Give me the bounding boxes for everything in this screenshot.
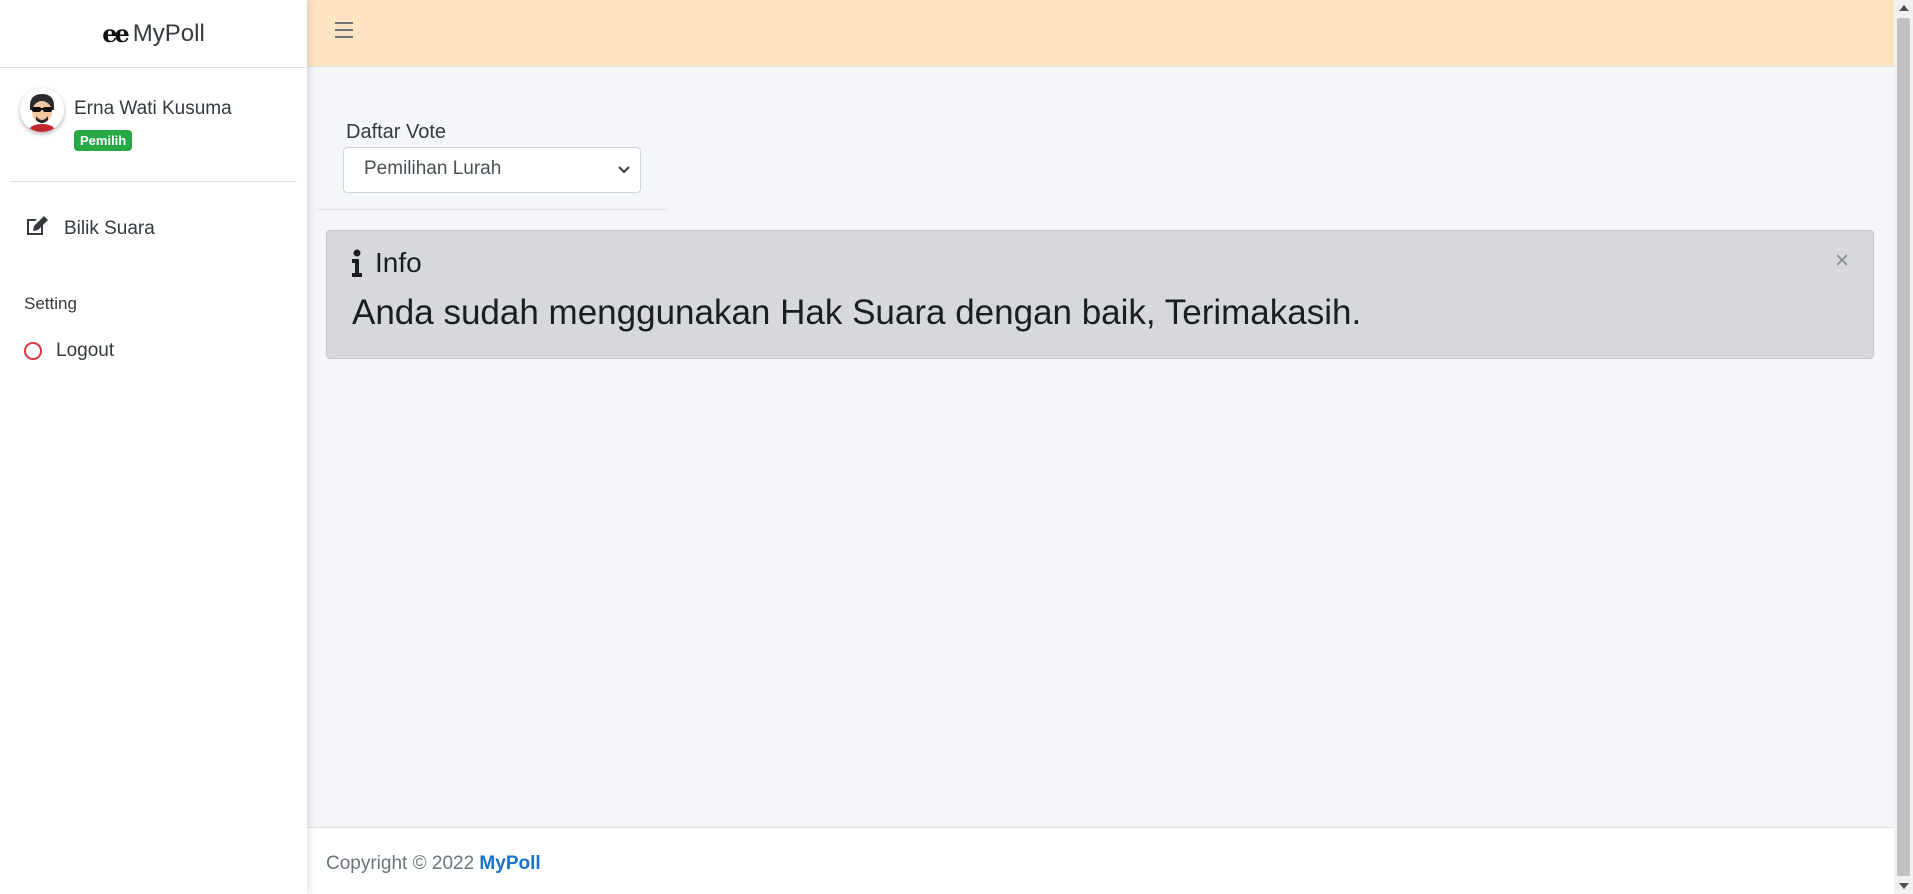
footer-text-wrap: Copyright © 2022 MyPoll bbox=[326, 853, 541, 875]
alert-message: Anda sudah menggunakan Hak Suara dengan … bbox=[352, 293, 1362, 332]
scroll-down-icon[interactable] bbox=[1899, 883, 1909, 889]
alert-title: Info bbox=[351, 247, 422, 279]
scroll-up-icon[interactable] bbox=[1899, 5, 1909, 11]
top-navbar bbox=[307, 0, 1894, 67]
circle-icon bbox=[24, 342, 42, 360]
main-content: Daftar Vote Pemilihan Lurah Info Anda su… bbox=[307, 67, 1894, 827]
sidebar-item-label: Bilik Suara bbox=[64, 218, 155, 239]
brand-logo: ee bbox=[102, 19, 129, 48]
hamburger-menu-icon[interactable] bbox=[335, 22, 353, 43]
sidebar-header-setting: Setting bbox=[24, 294, 77, 313]
divider bbox=[317, 209, 667, 210]
scrollbar[interactable] bbox=[1894, 0, 1913, 894]
sidebar-item-logout[interactable]: Logout bbox=[24, 340, 114, 362]
vote-select[interactable]: Pemilihan Lurah bbox=[343, 147, 641, 193]
footer: Copyright © 2022 MyPoll bbox=[307, 827, 1894, 894]
chevron-down-icon bbox=[618, 166, 630, 174]
sidebar-item-bilik-suara[interactable]: Bilik Suara bbox=[24, 214, 155, 244]
sidebar: ee MyPoll Erna Wati Kusuma Pemilih Bilik… bbox=[0, 0, 307, 894]
info-alert: Info Anda sudah menggunakan Hak Suara de… bbox=[326, 230, 1874, 359]
close-icon[interactable]: × bbox=[1835, 247, 1849, 275]
edit-icon bbox=[24, 214, 50, 244]
vote-list-label: Daftar Vote bbox=[346, 121, 447, 143]
avatar[interactable] bbox=[20, 88, 64, 132]
vote-select-value: Pemilihan Lurah bbox=[364, 158, 502, 179]
user-name: Erna Wati Kusuma bbox=[74, 98, 232, 119]
brand[interactable]: ee MyPoll bbox=[0, 0, 307, 68]
scroll-thumb[interactable] bbox=[1897, 18, 1910, 876]
footer-link[interactable]: MyPoll bbox=[479, 853, 540, 874]
alert-title-text: Info bbox=[375, 247, 422, 278]
info-icon bbox=[352, 249, 362, 277]
sidebar-item-label: Logout bbox=[56, 340, 115, 361]
user-panel: Erna Wati Kusuma Pemilih bbox=[10, 68, 297, 182]
role-badge: Pemilih bbox=[74, 130, 133, 151]
brand-name: MyPoll bbox=[132, 19, 205, 47]
copyright-text: Copyright © 2022 bbox=[326, 853, 475, 874]
